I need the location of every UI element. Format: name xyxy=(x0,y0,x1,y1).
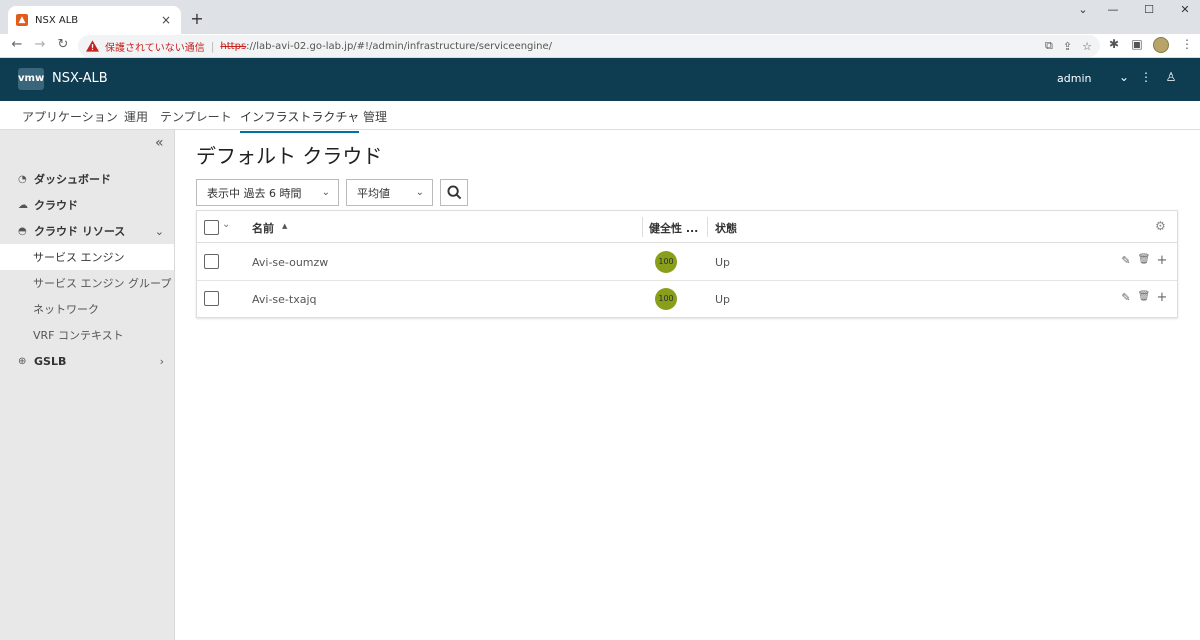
tab-search-icon[interactable]: ⌄ xyxy=(1073,3,1093,16)
row-checkbox[interactable] xyxy=(204,291,219,306)
sidebar-item-label: クラウド リソース xyxy=(34,225,126,238)
metric-value: 平均値 xyxy=(357,186,390,200)
browser-tab-strip: ▲ NSX ALB × + ⌄ — ☐ ✕ xyxy=(0,0,1200,34)
favicon-icon: ▲ xyxy=(16,14,28,26)
column-header-status[interactable]: 状態 xyxy=(715,220,737,236)
health-score-badge[interactable]: 100 xyxy=(655,288,677,310)
add-icon[interactable]: + xyxy=(1155,290,1169,305)
sidebar-item-vrf-context[interactable]: VRF コンテキスト xyxy=(0,322,174,348)
url-scheme: https xyxy=(220,40,247,52)
chevron-down-icon[interactable]: ⌄ xyxy=(1116,70,1132,84)
nav-administration[interactable]: 管理 xyxy=(363,108,387,131)
edit-icon[interactable]: ✎ xyxy=(1119,291,1133,304)
sidebar: « ◔ ダッシュボード ☁ クラウド ◓ クラウド リソース ⌄ サービス エン… xyxy=(0,130,175,640)
nav-operations[interactable]: 運用 xyxy=(124,108,148,131)
minimize-icon[interactable]: — xyxy=(1103,3,1123,16)
chevron-down-icon: ⌄ xyxy=(415,187,424,198)
status-text: Up xyxy=(715,293,731,306)
chevron-down-icon: ⌄ xyxy=(154,224,164,238)
side-panel-icon[interactable]: ▣ xyxy=(1128,37,1146,51)
vmw-logo: vmw xyxy=(18,68,44,90)
user-menu[interactable]: admin xyxy=(1057,72,1091,85)
browser-menu-icon[interactable]: ⋮ xyxy=(1178,37,1196,51)
delete-icon[interactable]: 🗑 xyxy=(1137,291,1151,302)
sidebar-item-gslb[interactable]: ⊕ GSLB › xyxy=(0,348,174,374)
user-profile-icon[interactable]: ♙ xyxy=(1163,70,1179,84)
select-all-checkbox[interactable] xyxy=(204,220,219,235)
metric-select[interactable]: 平均値 ⌄ xyxy=(346,179,433,206)
se-name-link[interactable]: Avi-se-oumzw xyxy=(252,256,328,269)
bookmark-star-icon[interactable]: ☆ xyxy=(1082,40,1092,53)
column-separator[interactable] xyxy=(642,217,643,237)
sidebar-item-service-engines[interactable]: サービス エンジン xyxy=(0,244,174,270)
health-score-badge[interactable]: 100 xyxy=(655,251,677,273)
cloud-icon: ☁ xyxy=(18,199,28,211)
service-engine-table: ⌄ 名前 ▲ 健全性 ... 状態 ⚙ Avi-se-oumzw 100 Up … xyxy=(196,210,1178,318)
dashboard-icon: ◔ xyxy=(18,173,27,185)
sidebar-item-cloud-resources[interactable]: ◓ クラウド リソース ⌄ xyxy=(0,218,174,244)
se-name-link[interactable]: Avi-se-txajq xyxy=(252,293,317,306)
page-title: デフォルト クラウド xyxy=(196,144,383,168)
sidebar-item-networks[interactable]: ネットワーク xyxy=(0,296,174,322)
forward-icon[interactable]: → xyxy=(31,36,49,54)
url-text: ://lab-avi-02.go-lab.jp/#!/admin/infrast… xyxy=(246,40,553,52)
app-title: NSX-ALB xyxy=(52,71,108,86)
chevron-right-icon: › xyxy=(159,354,164,368)
settings-gear-icon[interactable]: ⚙ xyxy=(1155,219,1166,233)
tab-close-icon[interactable]: × xyxy=(159,13,173,27)
add-icon[interactable]: + xyxy=(1155,253,1169,268)
collapse-sidebar-icon[interactable]: « xyxy=(155,135,169,151)
top-navigation: アプリケーション 運用 テンプレート インフラストラクチャ 管理 xyxy=(0,101,1200,133)
address-bar[interactable]: 保護されていない通信 | https ://lab-avi-02.go-lab.… xyxy=(78,35,1100,57)
browser-tab[interactable]: ▲ NSX ALB × xyxy=(8,6,181,34)
share-icon[interactable]: ⇪ xyxy=(1063,40,1072,53)
column-header-health[interactable]: 健全性 ... xyxy=(649,220,698,236)
reload-icon[interactable]: ↻ xyxy=(54,36,72,54)
warning-icon xyxy=(86,40,99,52)
maximize-icon[interactable]: ☐ xyxy=(1139,3,1159,16)
browser-toolbar: ← → ↻ 保護されていない通信 | https ://lab-avi-02.g… xyxy=(0,34,1200,58)
table-row[interactable]: Avi-se-txajq 100 Up ✎ 🗑 + xyxy=(197,281,1177,318)
row-checkbox[interactable] xyxy=(204,254,219,269)
sidebar-item-label: クラウド xyxy=(34,199,78,212)
url-separator: | xyxy=(210,39,215,53)
close-window-icon[interactable]: ✕ xyxy=(1175,3,1195,16)
sidebar-item-label: ダッシュボード xyxy=(34,173,111,186)
tab-title: NSX ALB xyxy=(35,14,79,26)
sidebar-item-label: GSLB xyxy=(34,354,67,368)
globe-icon: ⊕ xyxy=(18,355,27,367)
extensions-icon[interactable]: ✱ xyxy=(1105,37,1123,51)
back-icon[interactable]: ← xyxy=(8,36,26,54)
security-status[interactable]: 保護されていない通信 xyxy=(105,39,205,54)
edit-icon[interactable]: ✎ xyxy=(1119,254,1133,267)
time-range-value: 表示中 過去 6 時間 xyxy=(207,186,302,200)
nav-templates[interactable]: テンプレート xyxy=(160,108,232,131)
sidebar-item-clouds[interactable]: ☁ クラウド xyxy=(0,192,174,218)
sort-ascending-icon[interactable]: ▲ xyxy=(282,222,287,230)
sidebar-item-se-groups[interactable]: サービス エンジン グループ xyxy=(0,270,174,296)
nav-infrastructure[interactable]: インフラストラクチャ xyxy=(240,108,360,133)
more-menu-icon[interactable]: ⋮ xyxy=(1138,70,1154,84)
sidebar-item-dashboard[interactable]: ◔ ダッシュボード xyxy=(0,166,174,192)
time-range-select[interactable]: 表示中 過去 6 時間 ⌄ xyxy=(196,179,339,206)
column-separator[interactable] xyxy=(707,217,708,237)
nav-applications[interactable]: アプリケーション xyxy=(22,108,118,131)
table-row[interactable]: Avi-se-oumzw 100 Up ✎ 🗑 + xyxy=(197,244,1177,281)
new-tab-icon[interactable]: + xyxy=(189,9,205,28)
app-header: vmw NSX-ALB admin ⌄ ⋮ ♙ xyxy=(0,58,1200,101)
cloud-resources-icon: ◓ xyxy=(18,225,27,237)
chevron-down-icon: ⌄ xyxy=(321,187,330,198)
profile-avatar[interactable] xyxy=(1153,37,1169,53)
delete-icon[interactable]: 🗑 xyxy=(1137,254,1151,265)
search-icon xyxy=(446,185,461,200)
status-text: Up xyxy=(715,256,731,269)
search-button[interactable] xyxy=(440,179,468,206)
translate-icon[interactable]: ⧉ xyxy=(1045,39,1053,53)
chevron-down-icon[interactable]: ⌄ xyxy=(222,219,230,230)
column-header-name[interactable]: 名前 xyxy=(252,220,274,236)
table-header: ⌄ 名前 ▲ 健全性 ... 状態 ⚙ xyxy=(197,211,1177,243)
